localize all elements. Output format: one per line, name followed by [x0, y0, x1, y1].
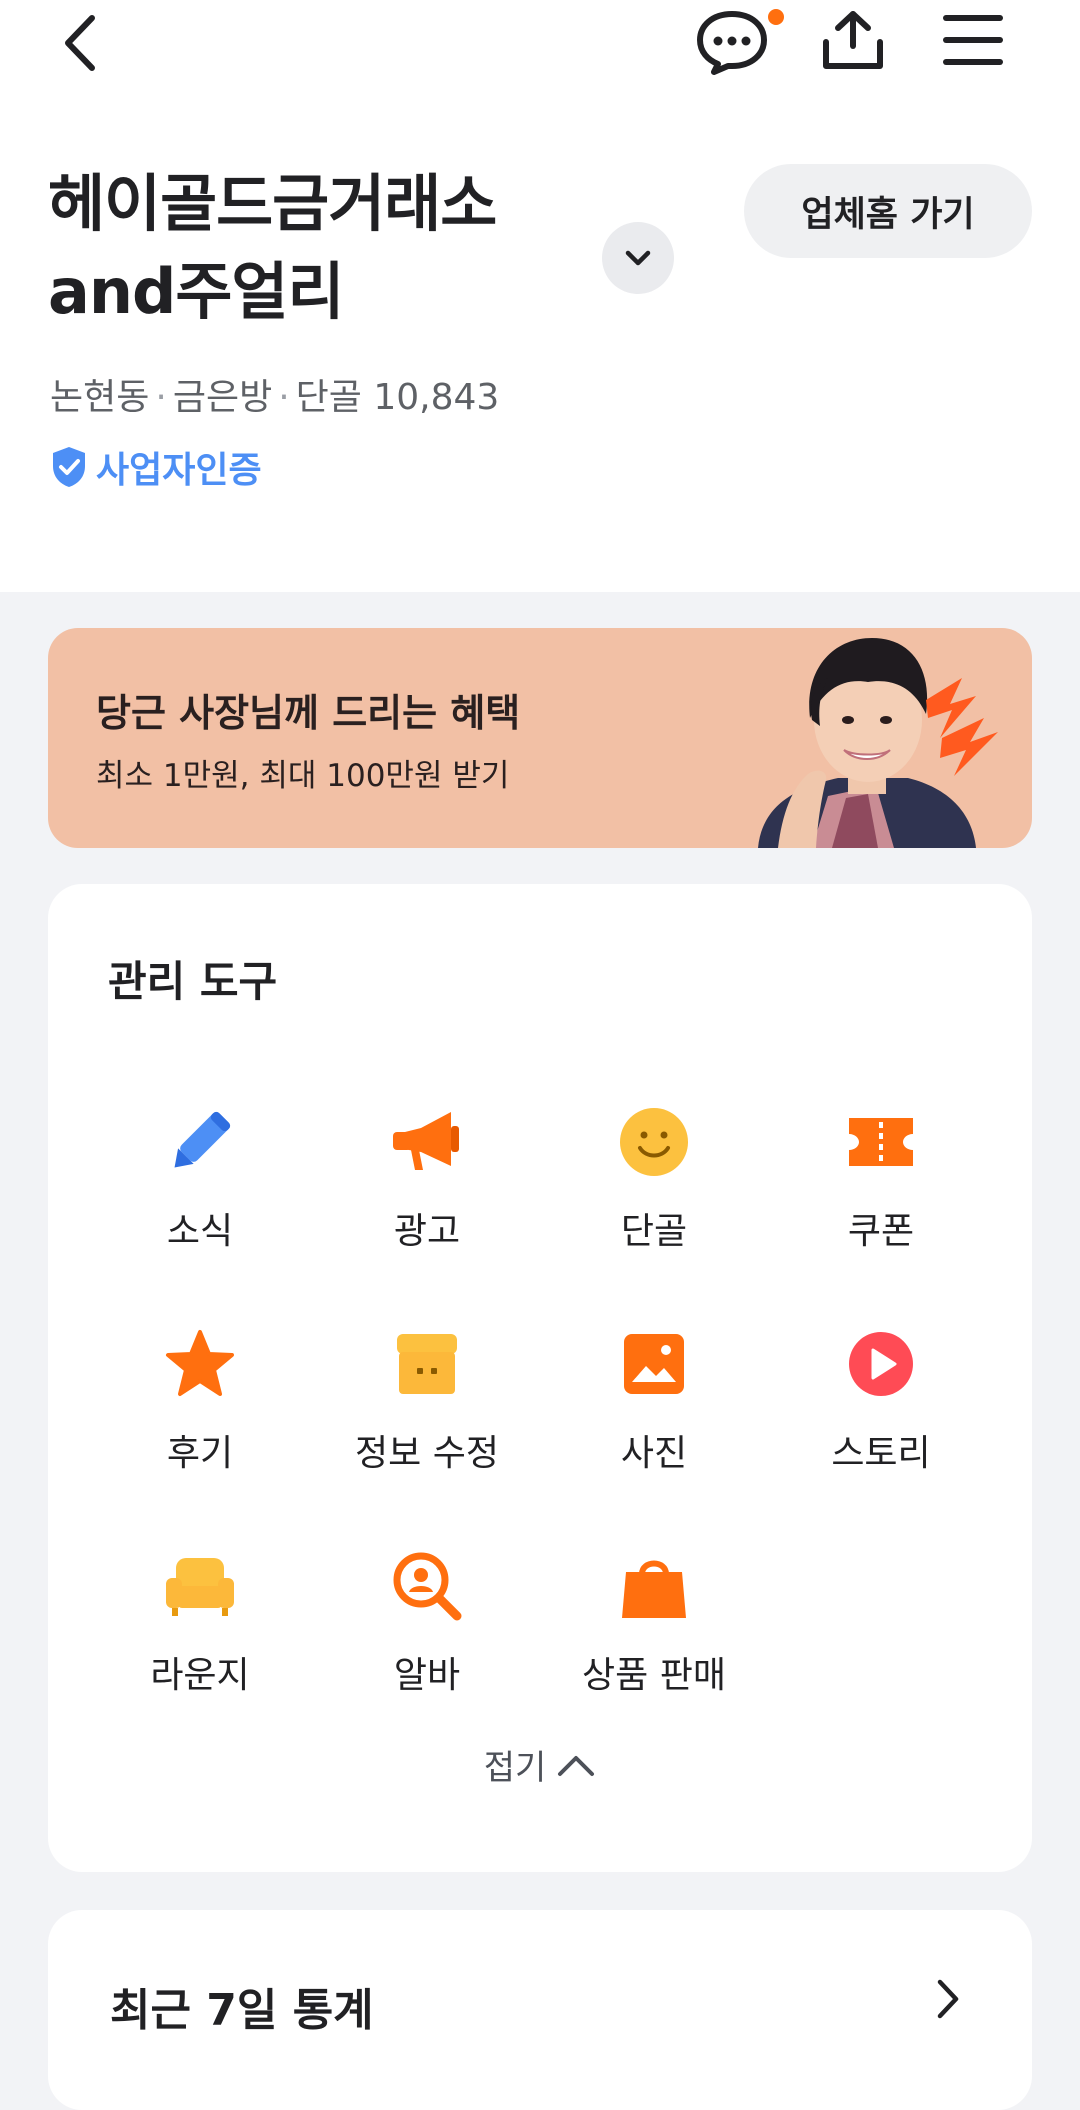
shield-check-icon [53, 447, 85, 487]
banner-title: 당근 사장님께 드리는 혜택 [96, 691, 521, 735]
store-switch-button[interactable] [602, 222, 674, 294]
app-bar [0, 0, 1080, 90]
tool-news[interactable]: 소식 [86, 1104, 314, 1254]
management-tools-title: 관리 도구 [108, 957, 278, 1006]
tool-reviews[interactable]: 후기 [86, 1326, 314, 1476]
collapse-label: 접기 [483, 1748, 547, 1788]
play-icon [849, 1332, 913, 1396]
tool-label: 후기 [166, 1433, 234, 1474]
tool-label: 단골 [620, 1211, 688, 1252]
tool-ads[interactable]: 광고 [313, 1104, 541, 1254]
collapse-button[interactable]: 접기 [48, 1740, 1032, 1789]
job-search-icon [393, 1552, 462, 1621]
tool-lounge[interactable]: 라운지 [86, 1548, 314, 1698]
store-name: 헤이골드금거래소 and주얼리 [48, 160, 608, 336]
tool-label: 라운지 [150, 1655, 250, 1696]
tool-label: 스토리 [831, 1433, 931, 1474]
store-icon [397, 1334, 457, 1394]
verified-label: 사업자인증 [96, 450, 262, 491]
tool-label: 알바 [393, 1655, 461, 1696]
share-icon[interactable] [818, 8, 888, 72]
notification-dot [768, 9, 784, 25]
chat-icon[interactable] [694, 8, 774, 76]
shopping-bag-icon [622, 1560, 686, 1618]
tool-label: 소식 [166, 1211, 234, 1252]
pencil-icon [174, 1111, 231, 1168]
tool-part-time-jobs[interactable]: 알바 [313, 1548, 541, 1698]
business-verified-badge[interactable]: 사업자인증 [50, 444, 262, 491]
tool-label: 광고 [393, 1211, 461, 1252]
store-name-line1: 헤이골드금거래소 [48, 167, 497, 240]
tool-product-sales[interactable]: 상품 판매 [540, 1548, 768, 1698]
tool-label: 쿠폰 [847, 1211, 915, 1252]
tool-story[interactable]: 스토리 [767, 1326, 995, 1476]
smile-icon [620, 1108, 688, 1176]
recent-stats-title: 최근 7일 통계 [110, 1985, 374, 2036]
chevron-up-icon [558, 1755, 595, 1776]
tool-regulars[interactable]: 단골 [540, 1104, 768, 1254]
tool-photos[interactable]: 사진 [540, 1326, 768, 1476]
store-header: 헤이골드금거래소 and주얼리 업체홈 가기 논현동 · 금은방 · 단골 10,843… [0, 0, 1080, 592]
back-arrow-icon[interactable] [52, 10, 108, 76]
neighborhood-text: 논현동 [50, 377, 150, 418]
megaphone-icon [393, 1112, 459, 1170]
business-home-button[interactable]: 업체홈 가기 [744, 164, 1032, 258]
tool-edit-info[interactable]: 정보 수정 [313, 1326, 541, 1476]
owner-benefit-banner[interactable]: 당근 사장님께 드리는 혜택 최소 1만원, 최대 100만원 받기 [48, 628, 1032, 848]
category-text: 금은방 [172, 377, 273, 418]
tool-label: 정보 수정 [355, 1433, 499, 1474]
recent-stats-card[interactable]: 최근 7일 통계 [48, 1910, 1032, 2110]
tool-label: 상품 판매 [582, 1655, 726, 1696]
store-meta: 논현동 · 금은방 · 단골 10,843 [50, 377, 500, 418]
coupon-icon [849, 1118, 913, 1166]
promo-model-image [758, 638, 998, 848]
chevron-right-icon [937, 1979, 959, 2019]
menu-icon[interactable] [940, 10, 1006, 70]
sofa-icon [166, 1558, 234, 1616]
star-icon [166, 1330, 234, 1396]
store-name-line2: and주얼리 [48, 255, 344, 328]
regulars-count[interactable]: 단골 10,843 [296, 377, 500, 418]
photo-icon [624, 1334, 684, 1394]
tool-coupon[interactable]: 쿠폰 [767, 1104, 995, 1254]
management-tools-card: 관리 도구 소식 광고 단골 쿠폰 후기 정보 수정 사진 스토리 라운지 알바… [48, 884, 1032, 1872]
banner-subtitle: 최소 1만원, 최대 100만원 받기 [96, 758, 510, 794]
tool-label: 사진 [620, 1433, 688, 1474]
chevron-down-icon [625, 250, 651, 266]
